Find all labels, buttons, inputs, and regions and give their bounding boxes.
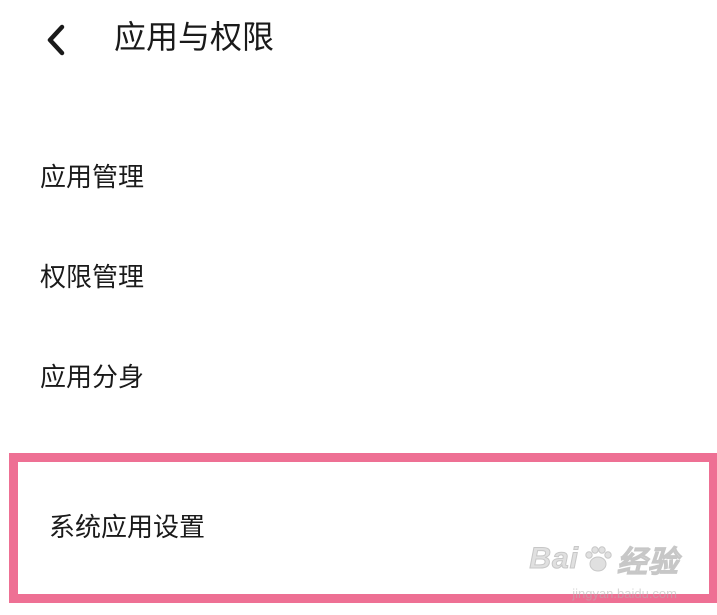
chevron-left-icon [47, 24, 65, 56]
menu-item-label: 应用管理 [40, 163, 145, 193]
menu-item-permission-management[interactable]: 权限管理 [0, 233, 717, 323]
menu-item-app-twin[interactable]: 应用分身 [0, 333, 717, 423]
menu-item-label: 系统应用设置 [49, 513, 206, 543]
top-bar: 应用与权限 [0, 0, 717, 80]
menu-item-label: 应用分身 [40, 363, 145, 393]
menu-item-app-management[interactable]: 应用管理 [0, 133, 717, 223]
menu-item-label: 权限管理 [40, 263, 145, 293]
back-button[interactable] [36, 18, 80, 62]
menu-item-system-app-settings[interactable]: 系统应用设置 [9, 453, 717, 603]
page-title: 应用与权限 [114, 18, 275, 56]
